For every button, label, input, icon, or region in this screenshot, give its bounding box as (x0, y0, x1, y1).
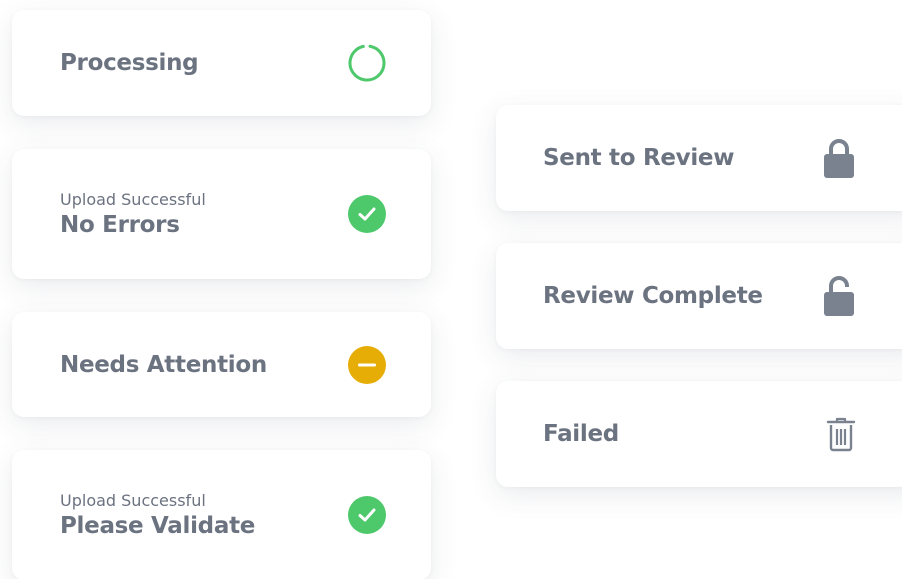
status-text: Upload Successful Please Validate (60, 491, 255, 539)
status-text: Failed (543, 421, 619, 447)
lock-open-icon (824, 276, 854, 316)
status-card-review-complete[interactable]: Review Complete (496, 243, 902, 349)
status-text: Review Complete (543, 283, 763, 309)
status-subtitle: Upload Successful (60, 491, 206, 510)
status-cards-canvas: Processing Upload Successful No Errors N… (0, 0, 902, 579)
status-card-no-errors[interactable]: Upload Successful No Errors (12, 149, 431, 279)
trash-icon[interactable] (826, 416, 856, 452)
status-card-sent-to-review[interactable]: Sent to Review (496, 105, 902, 211)
status-card-failed[interactable]: Failed (496, 381, 902, 487)
status-text: Needs Attention (60, 352, 267, 378)
status-text: Sent to Review (543, 145, 734, 171)
status-title: Please Validate (60, 513, 256, 539)
status-text: Upload Successful No Errors (60, 190, 206, 238)
minus-circle-icon (348, 345, 386, 384)
check-circle-icon (348, 496, 386, 534)
check-circle-icon (348, 195, 386, 233)
status-title: Review Complete (543, 283, 763, 309)
status-card-processing[interactable]: Processing (12, 10, 431, 116)
status-title: Processing (60, 50, 199, 76)
status-text: Processing (60, 50, 199, 76)
status-title: Sent to Review (543, 145, 735, 171)
status-subtitle: Upload Successful (60, 190, 206, 209)
status-title: Failed (543, 421, 619, 447)
status-title: No Errors (60, 212, 180, 238)
status-card-please-validate[interactable]: Upload Successful Please Validate (12, 450, 431, 579)
progress-ring-icon (348, 44, 386, 82)
status-title: Needs Attention (60, 351, 267, 378)
status-card-needs-attention[interactable]: Needs Attention (12, 312, 431, 417)
lock-closed-icon (824, 139, 854, 178)
